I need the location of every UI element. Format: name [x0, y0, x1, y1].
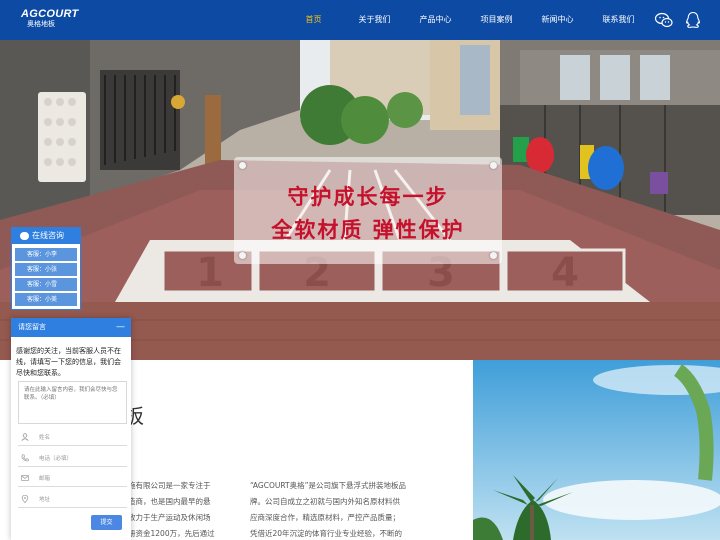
logo-wordmark: AGCOURT	[21, 8, 79, 20]
about-text-left: 施有限公司是一家专注于 造商，也是国内最早的悬 致力于生产运动及休闲场 册资金1…	[128, 478, 232, 540]
banner-caption-plate: 守护成长每一步 全软材质 弹性保护	[234, 157, 502, 264]
consult-agent-xue[interactable]: 客服：小雪	[15, 278, 77, 291]
about-line: “AGCOURT奥格”是公司旗下悬浮式拼装地板品	[250, 481, 406, 490]
about-line: 牌。公司自成立之初就与国内外知名原材料供	[250, 497, 400, 506]
consult-agent-zhang[interactable]: 客服：小张	[15, 263, 77, 276]
phone-icon	[21, 454, 29, 462]
header-social-icons	[654, 10, 703, 30]
consult-agent-mei[interactable]: 客服：小美	[15, 293, 77, 306]
nav-products[interactable]: 产品中心	[405, 0, 466, 40]
logo[interactable]: AGCOURT 奥格地板	[21, 9, 79, 29]
message-title: 请您留言	[18, 323, 46, 331]
plate-bolt	[239, 252, 246, 259]
about-line: 造商，也是国内最早的悬	[128, 497, 211, 506]
about-line: 致力于生产运动及休闲场	[128, 513, 211, 522]
message-textarea[interactable]	[18, 381, 127, 424]
nav-about[interactable]: 关于我们	[344, 0, 405, 40]
online-consult-widget: 在线咨询 客服：小李 客服：小张 客服：小雪 客服：小美	[11, 227, 81, 310]
chat-bubble-icon	[20, 232, 29, 240]
minimize-button[interactable]: —	[116, 318, 125, 337]
page: AGCOURT 奥格地板 首页 关于我们 产品中心 项目案例 新闻中心 联系我们	[0, 0, 720, 540]
consult-agent-li[interactable]: 客服：小李	[15, 248, 77, 261]
main-nav: 首页 关于我们 产品中心 项目案例 新闻中心 联系我们	[283, 0, 649, 40]
message-intro: 感谢您的关注，当前客服人员不在线，请填写一下您的信息，我们会尽快和您联系。	[16, 347, 121, 377]
nav-news[interactable]: 新闻中心	[527, 0, 588, 40]
consult-agent-list: 客服：小李 客服：小张 客服：小雪 客服：小美	[12, 244, 80, 306]
submit-button[interactable]: 提交	[91, 515, 122, 530]
hero-banner: 1 2 3 4 守护成长每一步 全软材质 弹性保护	[0, 40, 720, 360]
about-photo	[473, 360, 720, 540]
banner-subheadline: 全软材质 弹性保护	[271, 218, 465, 242]
about-text-right: “AGCOURT奥格”是公司旗下悬浮式拼装地板品 牌。公司自成立之初就与国内外知…	[250, 478, 420, 540]
banner-headline: 守护成长每一步	[287, 185, 449, 209]
consult-header[interactable]: 在线咨询	[12, 228, 80, 244]
nav-cases[interactable]: 项目案例	[466, 0, 527, 40]
nav-home[interactable]: 首页	[283, 0, 344, 40]
name-placeholder: 姓名	[39, 435, 51, 441]
person-icon	[21, 433, 29, 441]
about-line: 册资金1200万，先后通过	[128, 529, 215, 538]
logo-subtitle: 奥格地板	[27, 20, 55, 28]
address-field[interactable]: 地址	[18, 491, 127, 508]
address-placeholder: 地址	[39, 497, 51, 503]
about-line: 凭借近20年沉淀的体育行业专业经验，不断的	[250, 529, 403, 538]
court-number-4: 4	[551, 250, 579, 296]
plate-bolt	[490, 162, 497, 169]
mail-icon	[21, 475, 29, 481]
name-field[interactable]: 姓名	[18, 429, 127, 446]
leave-message-panel: 请您留言 — 感谢您的关注，当前客服人员不在线，请填写一下您的信息，我们会尽快和…	[11, 318, 131, 540]
plate-bolt	[239, 162, 246, 169]
nav-contact[interactable]: 联系我们	[588, 0, 649, 40]
wechat-icon[interactable]	[654, 10, 674, 30]
about-line: 施有限公司是一家专注于	[128, 481, 211, 490]
qq-icon[interactable]	[683, 10, 703, 30]
top-header: AGCOURT 奥格地板 首页 关于我们 产品中心 项目案例 新闻中心 联系我们	[0, 0, 720, 40]
about-line: 应商深度合作，精选原材料，严控产品质量；	[250, 513, 400, 522]
consult-title: 在线咨询	[32, 231, 64, 240]
email-field[interactable]: 邮箱	[18, 470, 127, 487]
court-number-1: 1	[196, 250, 224, 296]
phone-field[interactable]: 电话（必填）	[18, 450, 127, 467]
email-placeholder: 邮箱	[39, 476, 51, 482]
plate-bolt	[490, 252, 497, 259]
message-header: 请您留言 —	[11, 318, 131, 337]
phone-placeholder: 电话（必填）	[39, 456, 73, 462]
location-icon	[21, 495, 29, 503]
